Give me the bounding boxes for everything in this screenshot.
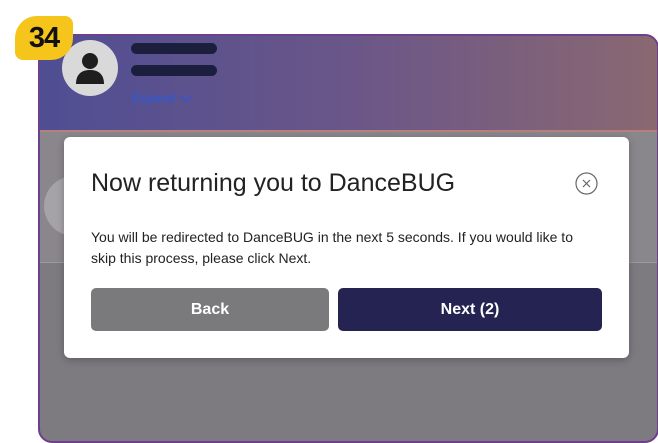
step-badge: 34 <box>15 16 73 60</box>
expand-label: Expand <box>132 91 176 105</box>
expand-link[interactable]: Expand <box>132 91 193 105</box>
user-silhouette-icon <box>76 53 104 84</box>
close-icon[interactable] <box>575 172 598 195</box>
back-button[interactable]: Back <box>91 288 329 331</box>
next-button-label: Next (2) <box>440 300 500 318</box>
back-button-label: Back <box>190 300 230 318</box>
dialog-message: You will be redirected to DanceBUG in th… <box>91 229 573 266</box>
next-button[interactable]: Next (2) <box>338 288 602 331</box>
dialog-title: Now returning you to DanceBUG <box>91 169 456 197</box>
redacted-detail <box>131 65 217 76</box>
redirect-dialog: Now returning you to DanceBUG You will b… <box>64 137 629 358</box>
redacted-name <box>131 43 217 54</box>
step-number: 34 <box>28 21 60 54</box>
chevron-down-icon <box>179 94 193 103</box>
